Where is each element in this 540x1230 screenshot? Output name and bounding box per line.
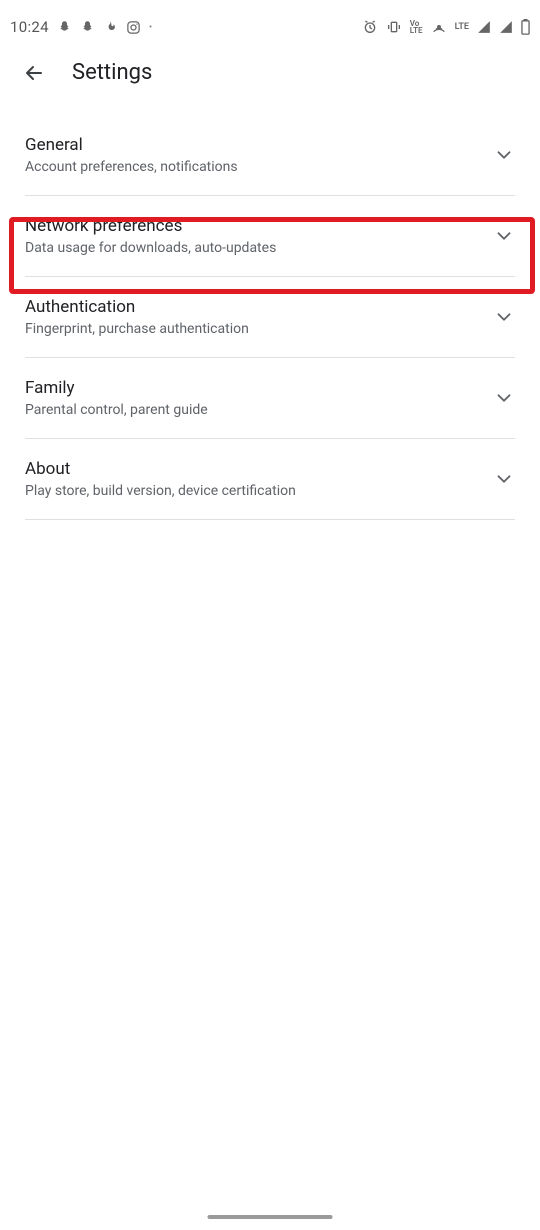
chevron-down-icon: [493, 468, 515, 490]
vibrate-icon: [386, 19, 402, 35]
item-title: Authentication: [25, 297, 249, 317]
chevron-down-icon: [493, 306, 515, 328]
settings-item-about[interactable]: About Play store, build version, device …: [25, 439, 515, 520]
more-dot-icon: •: [149, 22, 152, 33]
item-subtitle: Account preferences, notifications: [25, 159, 238, 175]
chevron-down-icon: [493, 225, 515, 247]
chevron-down-icon: [493, 144, 515, 166]
status-clock: 10:24: [10, 18, 49, 36]
lte-label: LTE: [455, 22, 469, 32]
settings-item-general[interactable]: General Account preferences, notificatio…: [25, 115, 515, 196]
signal-icon: [499, 20, 513, 34]
back-button[interactable]: [22, 61, 46, 85]
battery-icon: [521, 19, 530, 35]
signal-icon: [477, 20, 491, 34]
alarm-icon: [362, 19, 378, 35]
gesture-bar: [208, 1215, 333, 1219]
item-title: Family: [25, 378, 208, 398]
settings-item-authentication[interactable]: Authentication Fingerprint, purchase aut…: [25, 277, 515, 358]
instagram-icon: [126, 20, 141, 35]
chevron-down-icon: [493, 387, 515, 409]
status-bar: 10:24 • VoLTE LTE: [0, 0, 540, 46]
snapchat-icon: [57, 20, 72, 35]
app-bar: Settings: [0, 46, 540, 99]
flame-icon: [103, 20, 118, 35]
item-title: Network preferences: [25, 216, 276, 236]
item-subtitle: Play store, build version, device certif…: [25, 483, 296, 499]
settings-item-family[interactable]: Family Parental control, parent guide: [25, 358, 515, 439]
item-subtitle: Fingerprint, purchase authentication: [25, 321, 249, 337]
item-title: General: [25, 135, 238, 155]
volte-icon: VoLTE: [410, 20, 423, 34]
hotspot-icon: [431, 19, 447, 35]
settings-list: General Account preferences, notificatio…: [0, 115, 540, 520]
item-subtitle: Parental control, parent guide: [25, 402, 208, 418]
item-title: About: [25, 459, 296, 479]
settings-item-network-preferences[interactable]: Network preferences Data usage for downl…: [25, 196, 515, 277]
snapchat-icon: [80, 20, 95, 35]
page-title: Settings: [72, 60, 152, 85]
item-subtitle: Data usage for downloads, auto-updates: [25, 240, 276, 256]
